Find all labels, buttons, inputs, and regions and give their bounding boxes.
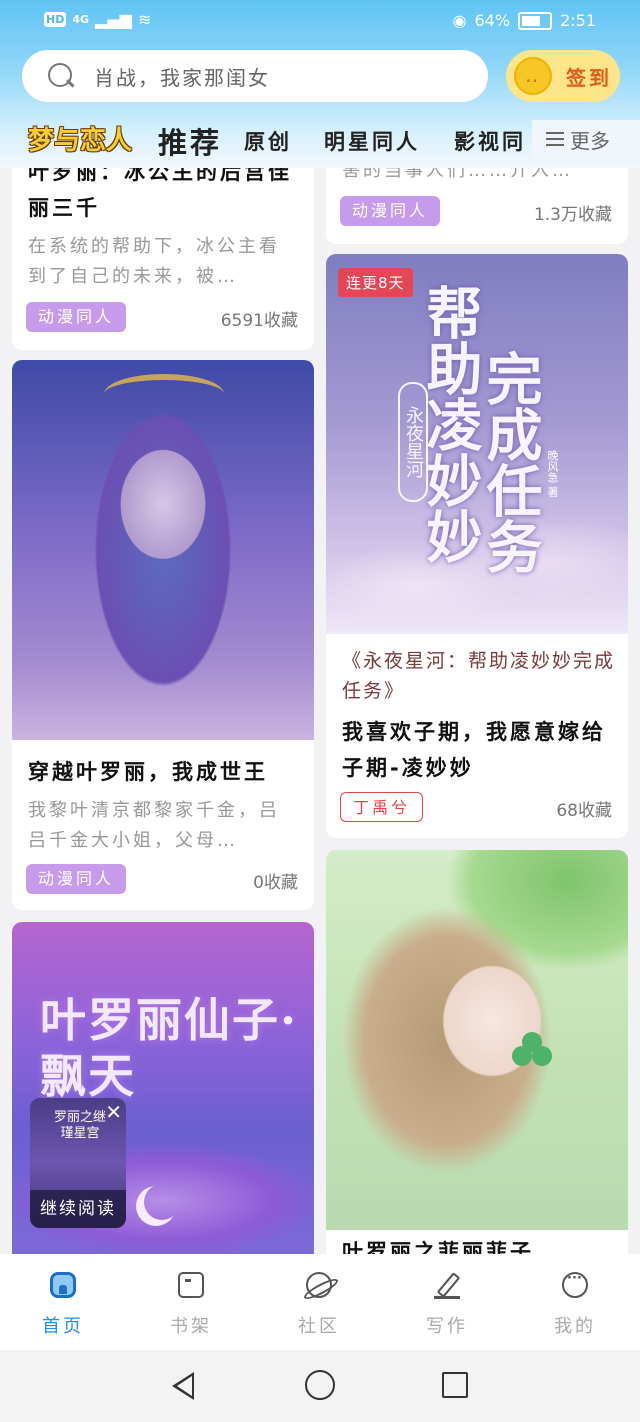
nav-item-me[interactable]: 我的: [530, 1271, 620, 1338]
clover-decoration: [512, 1032, 552, 1072]
hd-indicator: HD: [44, 12, 67, 27]
book-card[interactable]: 叶罗丽之菲丽菲子: [326, 850, 628, 1254]
status-bar: HD 4G ▂▄▆ ≋ ◉ 64% 2:51: [0, 0, 640, 44]
cover-title-line1: 帮助凌妙妙: [417, 284, 483, 564]
more-categories-button[interactable]: 更多: [532, 120, 640, 158]
book-title: 叶罗丽：冰公主的后宫佳丽三千: [28, 168, 292, 220]
tab-film-fanfic[interactable]: 影视同: [454, 126, 530, 156]
nav-label: 社区: [298, 1316, 340, 1337]
close-icon[interactable]: ✕: [105, 1100, 122, 1124]
tab-dream-lover[interactable]: 梦与恋人: [28, 120, 132, 157]
book-card[interactable]: 叶罗丽：冰公主的后宫佳丽三千 在系统的帮助下，冰公主看到了自己的未来，被… 动漫…: [12, 168, 314, 350]
book-title: 我喜欢子期，我愿意嫁给子期-凌妙妙: [342, 720, 606, 780]
coin-icon: [514, 57, 552, 95]
cover-series: 永夜星河: [398, 382, 428, 502]
book-description: 害的当事人们……介入…: [342, 168, 573, 181]
book-full-title: 《永夜星河：帮助凌妙妙完成任务》: [342, 650, 616, 702]
book-feed[interactable]: 叶罗丽：冰公主的后宫佳丽三千 在系统的帮助下，冰公主看到了自己的未来，被… 动漫…: [0, 168, 640, 1254]
cover-title-line2: 完成任务: [477, 350, 543, 574]
nav-label: 书架: [170, 1316, 212, 1337]
wifi-icon: ≋: [137, 10, 152, 29]
search-icon: [46, 61, 76, 91]
cover-author: 晚风急 著: [546, 450, 559, 498]
eye-icon: ◉: [452, 11, 467, 30]
favorite-count: 1.3万收藏: [533, 205, 612, 225]
planet-icon: [306, 1272, 332, 1298]
book-description: 我黎叶清京都黎家千金，吕吕千金大小姐，父母…: [28, 800, 280, 851]
recent-apps-button[interactable]: [442, 1372, 468, 1398]
signin-button[interactable]: 签到: [506, 50, 620, 102]
signin-label: 签到: [566, 65, 612, 90]
battery-icon: [518, 11, 553, 30]
genre-tag[interactable]: 动漫同人: [26, 864, 127, 894]
favorite-count: 0收藏: [253, 873, 298, 893]
book-title: 叶罗丽之菲丽菲子: [342, 1240, 534, 1254]
favorite-count: 68收藏: [556, 801, 612, 821]
nav-label: 首页: [42, 1316, 84, 1337]
nav-item-home[interactable]: 首页: [18, 1272, 108, 1338]
chat-icon: [562, 1271, 588, 1298]
nav-label: 写作: [426, 1316, 468, 1337]
category-tabs: 梦与恋人 推荐 原创 明星同人 影视同 更多: [0, 112, 640, 168]
top-header: HD 4G ▂▄▆ ≋ ◉ 64% 2:51 肖战，我家那闺女 签到 梦与恋人 …: [0, 0, 640, 168]
book-description: 在系统的帮助下，冰公主看到了自己的未来，被…: [28, 236, 280, 287]
tab-recommend[interactable]: 推荐: [158, 120, 222, 162]
menu-icon: [546, 132, 564, 146]
favorite-count: 6591收藏: [220, 311, 298, 331]
book-title: 穿越叶罗丽，我成世王: [28, 760, 268, 784]
battery-percent: 64%: [474, 11, 511, 30]
nav-item-community[interactable]: 社区: [274, 1272, 364, 1338]
nav-item-write[interactable]: 写作: [402, 1272, 492, 1338]
tab-star-fanfic[interactable]: 明星同人: [324, 126, 420, 156]
bookshelf-icon: [178, 1272, 204, 1298]
character-tag[interactable]: 丁禹兮: [340, 792, 424, 822]
network-indicator: 4G: [72, 13, 90, 26]
book-card[interactable]: 穿越叶罗丽，我成世王 我黎叶清京都黎家千金，吕吕千金大小姐，父母… 动漫同人 0…: [12, 360, 314, 910]
system-navigation-bar: [0, 1350, 640, 1422]
book-cover-image: [326, 850, 628, 1230]
search-bar[interactable]: 肖战，我家那闺女: [22, 50, 488, 102]
book-card[interactable]: 连更8天 帮助凌妙妙 完成任务 永夜星河 晚风急 著 《永夜星河：帮助凌妙妙完成…: [326, 254, 628, 838]
more-label: 更多: [570, 128, 610, 153]
continue-reading-cover-title: 罗丽之继瑾星宫: [53, 1110, 106, 1141]
home-icon: [50, 1272, 76, 1298]
crown-decoration: [104, 374, 224, 414]
nav-label: 我的: [554, 1316, 596, 1337]
search-input[interactable]: 肖战，我家那闺女: [94, 62, 270, 91]
book-card[interactable]: 害的当事人们……介入… 动漫同人 1.3万收藏: [326, 168, 628, 244]
tab-original[interactable]: 原创: [244, 126, 292, 156]
moon-decoration: [144, 1184, 180, 1220]
update-streak-badge: 连更8天: [338, 268, 413, 297]
nav-item-bookshelf[interactable]: 书架: [146, 1272, 236, 1338]
home-button[interactable]: [305, 1370, 335, 1400]
bottom-navigation: 首页 书架 社区 写作 我的: [0, 1254, 640, 1350]
status-left: HD 4G ▂▄▆ ≋: [44, 10, 151, 29]
genre-tag[interactable]: 动漫同人: [26, 302, 127, 332]
continue-reading-label: 继续阅读: [30, 1190, 126, 1228]
status-right: ◉ 64% 2:51: [453, 11, 596, 30]
book-cover-image: 连更8天 帮助凌妙妙 完成任务 永夜星河 晚风急 著: [326, 254, 628, 634]
cover-title: 叶罗丽仙子·飘天: [40, 993, 299, 1103]
clock: 2:51: [560, 11, 596, 30]
pen-icon: [434, 1272, 460, 1299]
book-cover-image: [12, 360, 314, 740]
continue-reading-widget[interactable]: 罗丽之继瑾星宫 ✕ 继续阅读: [30, 1098, 126, 1228]
genre-tag[interactable]: 动漫同人: [340, 196, 441, 226]
signal-icon: ▂▄▆: [95, 10, 132, 29]
